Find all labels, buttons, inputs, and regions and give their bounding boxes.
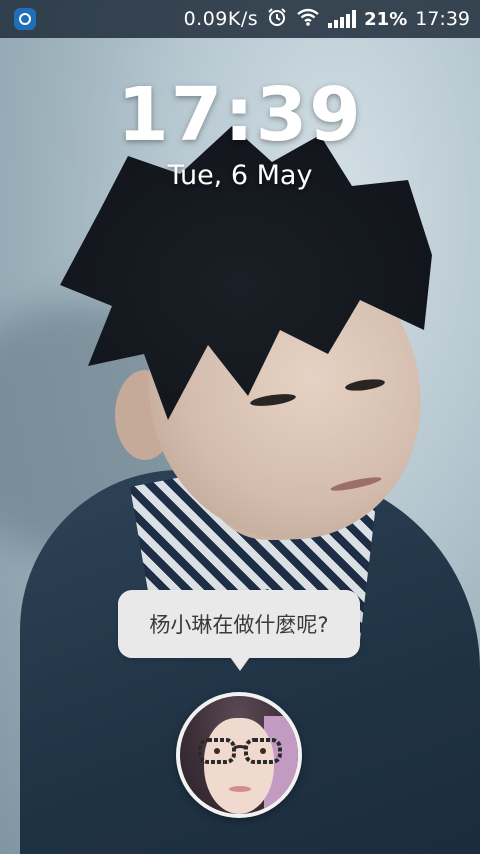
status-bar: 0.09K/s 21% 17:39 xyxy=(0,0,480,38)
avatar-photo xyxy=(180,696,298,814)
chat-bubble[interactable]: 杨小琳在做什麼呢? xyxy=(118,590,360,658)
app-notification-icon[interactable] xyxy=(14,8,36,30)
status-time: 17:39 xyxy=(415,8,470,30)
lock-clock: 17:39 xyxy=(117,72,363,158)
chat-bubble-tail xyxy=(230,657,250,671)
chat-bubble-message: 杨小琳在做什麼呢? xyxy=(149,613,329,637)
lock-date: Tue, 6 May xyxy=(167,160,313,191)
alarm-icon xyxy=(266,7,288,32)
signal-icon xyxy=(328,10,357,28)
chat-head-avatar[interactable] xyxy=(176,692,302,818)
lock-screen: 0.09K/s 21% 17:39 17:39 Tue, 6 May 杨小琳在做… xyxy=(0,0,480,854)
network-speed: 0.09K/s xyxy=(183,8,259,30)
battery-percent: 21% xyxy=(364,8,408,30)
wifi-icon xyxy=(296,7,320,32)
